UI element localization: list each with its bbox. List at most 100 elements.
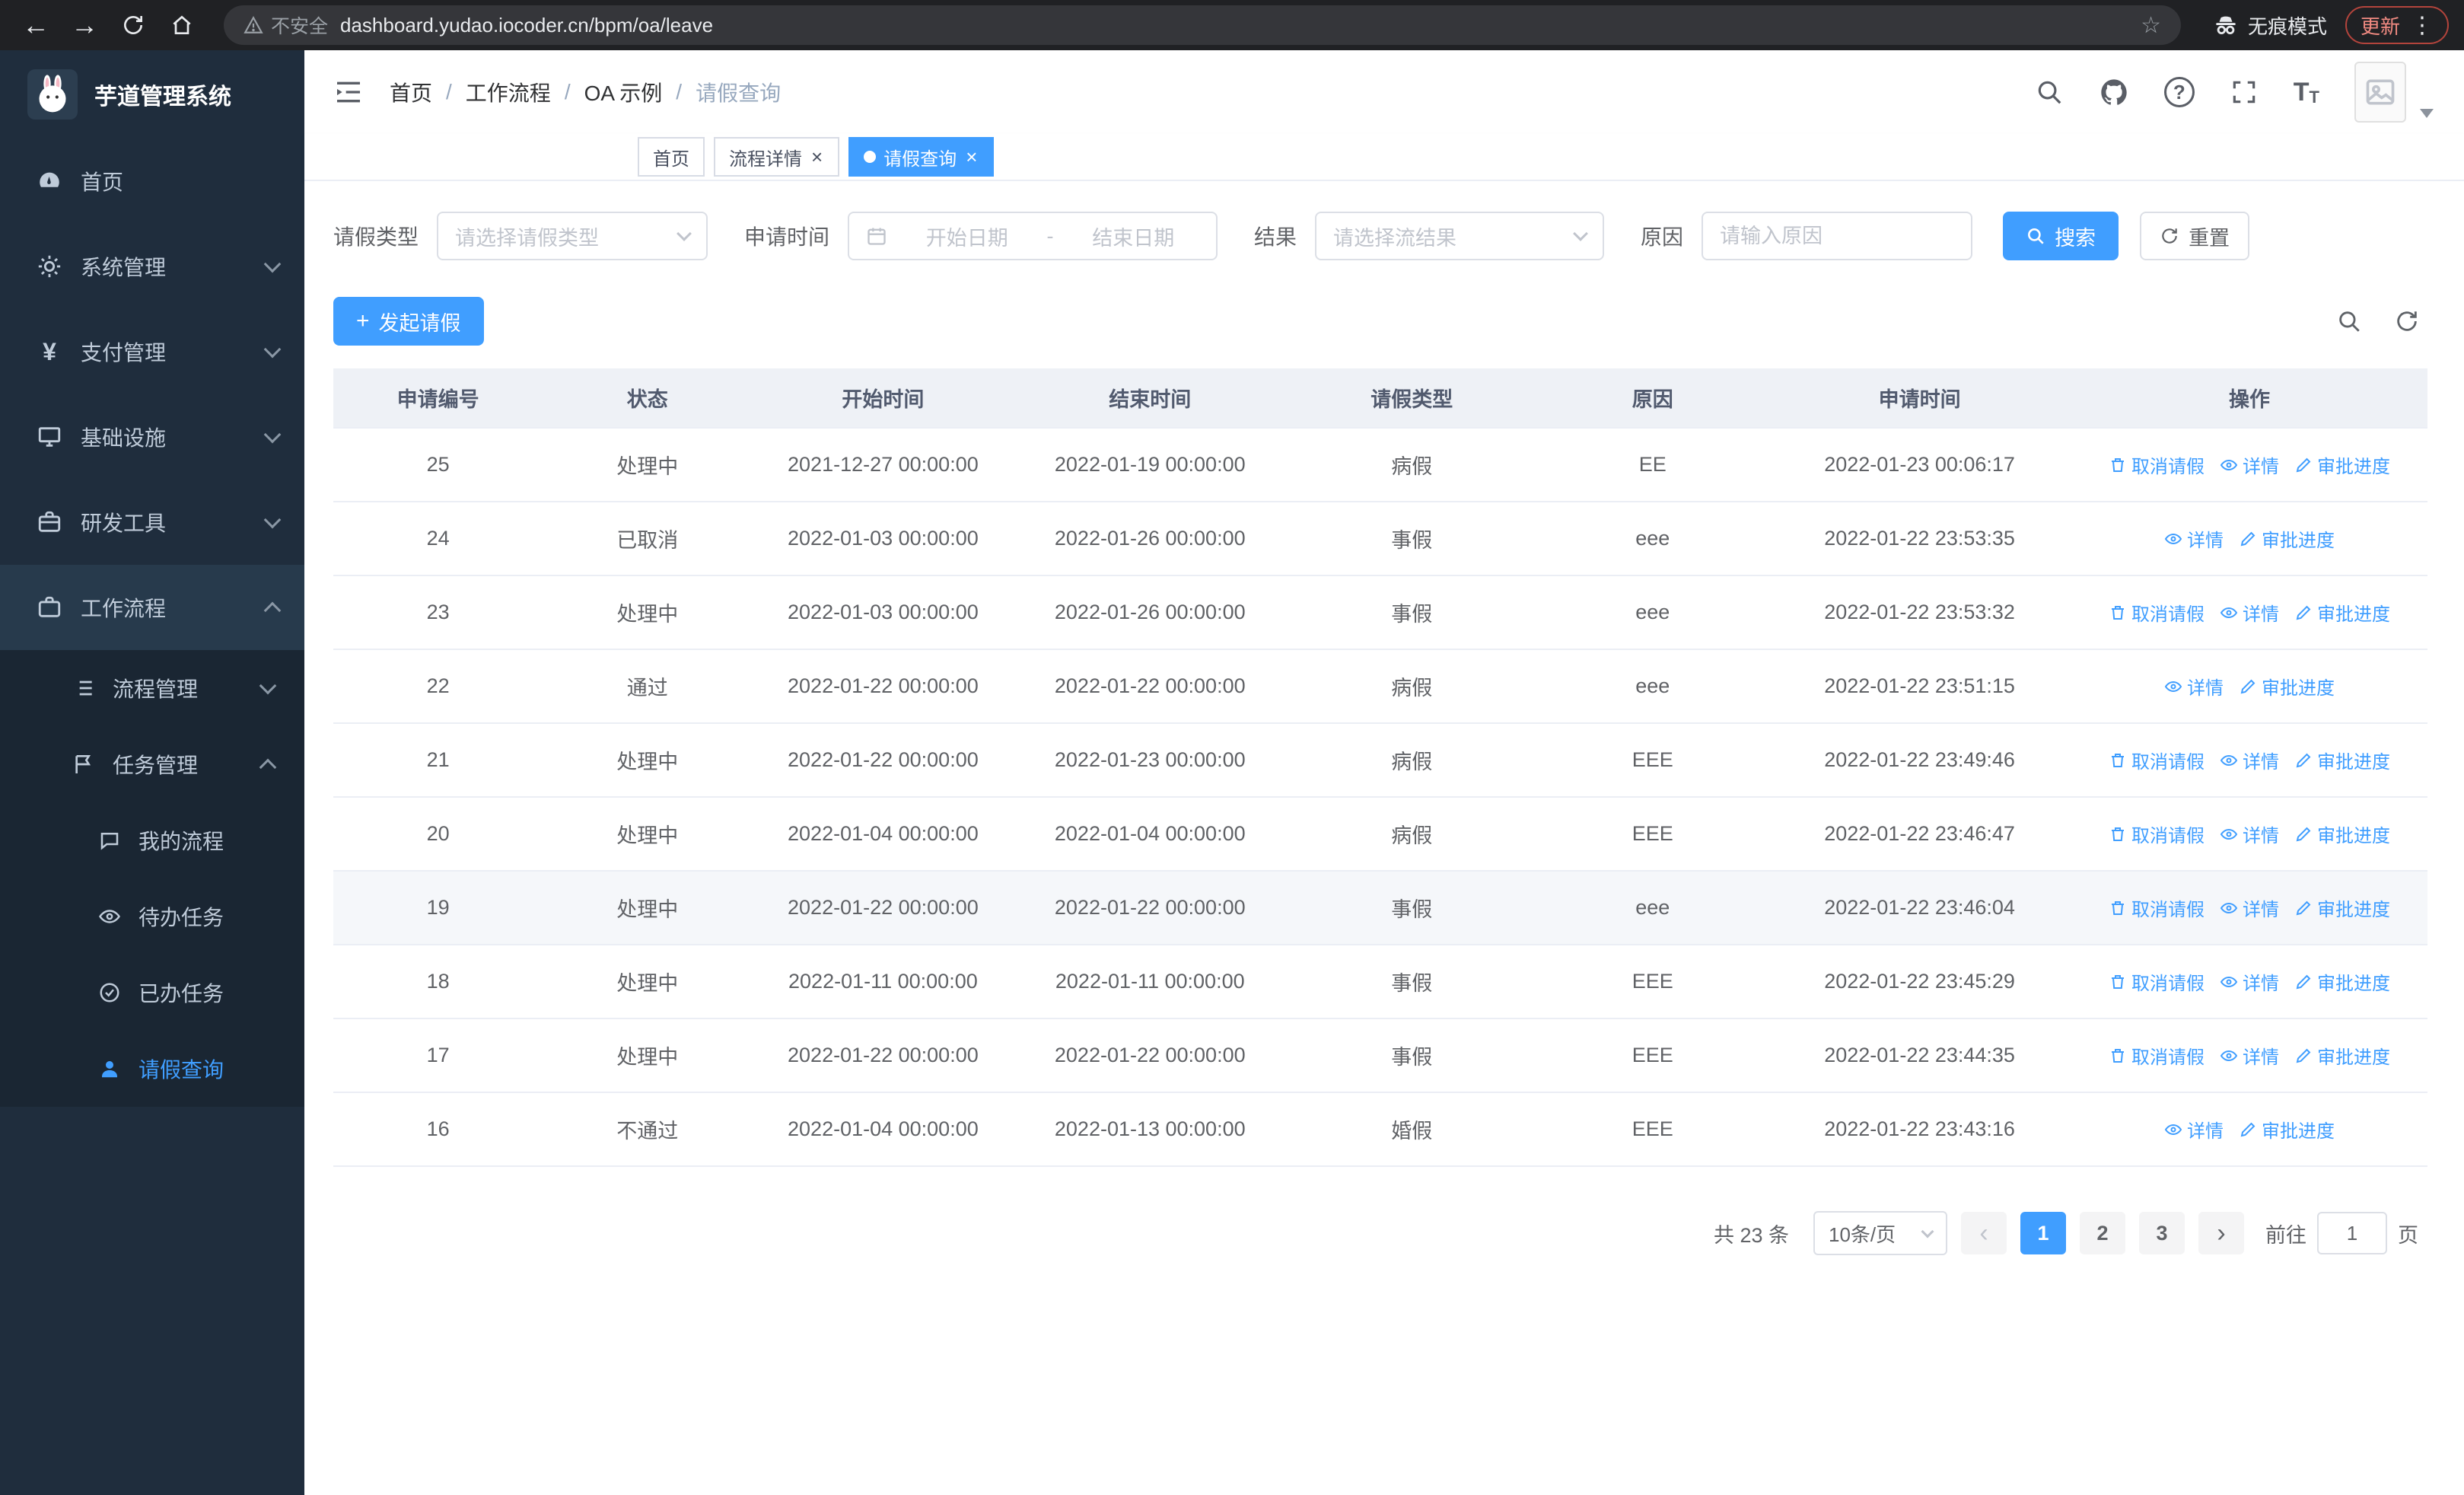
- breadcrumb-home[interactable]: 首页: [390, 77, 432, 107]
- cell-status: 处理中: [543, 797, 753, 872]
- avatar-caret-icon[interactable]: [2420, 109, 2434, 118]
- app-title: 芋道管理系统: [94, 84, 231, 110]
- detail-link[interactable]: 详情: [2164, 673, 2224, 700]
- detail-link[interactable]: 详情: [2220, 1042, 2279, 1069]
- browser-reload-button[interactable]: [113, 5, 154, 46]
- approval-progress-link[interactable]: 审批进度: [2239, 525, 2335, 552]
- sidebar-item-home[interactable]: 首页: [0, 139, 304, 224]
- app-logo[interactable]: 芋道管理系统: [0, 50, 304, 139]
- browser-back-button[interactable]: ←: [15, 5, 56, 46]
- next-page-button[interactable]: ›: [2198, 1212, 2244, 1254]
- sidebar-item-workflow[interactable]: 工作流程: [0, 565, 304, 650]
- close-icon[interactable]: ×: [964, 147, 979, 167]
- sidebar-item-dev-tools[interactable]: 研发工具: [0, 480, 304, 565]
- close-icon[interactable]: ×: [810, 147, 824, 167]
- tab-home[interactable]: 首页: [638, 137, 705, 177]
- cell-end-time: 2022-01-23 00:00:00: [1014, 723, 1287, 798]
- help-button[interactable]: ?: [2163, 77, 2195, 107]
- approval-progress-link[interactable]: 审批进度: [2294, 451, 2390, 478]
- cell-apply-time: 2022-01-22 23:46:47: [1768, 797, 2072, 872]
- chevron-down-icon: [263, 340, 282, 359]
- sidebar-item-done-tasks[interactable]: 已办任务: [0, 955, 304, 1031]
- cancel-leave-link[interactable]: 取消请假: [2109, 747, 2205, 773]
- cell-start-time: 2022-01-22 00:00:00: [752, 1018, 1014, 1093]
- search-button[interactable]: 搜索: [2003, 212, 2119, 260]
- prev-page-button[interactable]: ‹: [1961, 1212, 2007, 1254]
- cell-apply-time: 2022-01-22 23:44:35: [1768, 1018, 2072, 1093]
- approval-progress-link[interactable]: 审批进度: [2294, 599, 2390, 626]
- cancel-leave-link[interactable]: 取消请假: [2109, 1042, 2205, 1069]
- browser-home-button[interactable]: [161, 5, 202, 46]
- sidebar-item-todo-tasks[interactable]: 待办任务: [0, 878, 304, 955]
- github-icon[interactable]: [2099, 77, 2129, 107]
- detail-link[interactable]: 详情: [2220, 821, 2279, 847]
- create-leave-button[interactable]: + 发起请假: [333, 297, 484, 346]
- page-size-select[interactable]: 10条/页: [1813, 1211, 1947, 1255]
- font-size-button[interactable]: TT: [2294, 78, 2319, 107]
- detail-link[interactable]: 详情: [2220, 451, 2279, 478]
- fullscreen-button[interactable]: [2230, 78, 2259, 107]
- reason-input[interactable]: [1702, 212, 1973, 260]
- detail-link[interactable]: 详情: [2164, 525, 2224, 552]
- page-button-3[interactable]: 3: [2139, 1212, 2185, 1254]
- breadcrumb-workflow[interactable]: 工作流程: [466, 77, 551, 107]
- cancel-leave-link[interactable]: 取消请假: [2109, 894, 2205, 921]
- tab-process-detail[interactable]: 流程详情 ×: [714, 137, 840, 177]
- address-bar[interactable]: 不安全 dashboard.yudao.iocoder.cn/bpm/oa/le…: [224, 5, 2181, 45]
- eye-icon: [2220, 825, 2238, 843]
- approval-progress-link[interactable]: 审批进度: [2294, 821, 2390, 847]
- approval-progress-link[interactable]: 审批进度: [2294, 747, 2390, 773]
- cancel-leave-link[interactable]: 取消请假: [2109, 599, 2205, 626]
- approval-progress-link[interactable]: 审批进度: [2294, 894, 2390, 921]
- sidebar-item-system[interactable]: 系统管理: [0, 224, 304, 309]
- browser-forward-button[interactable]: →: [64, 5, 105, 46]
- approval-progress-link[interactable]: 审批进度: [2239, 1116, 2335, 1143]
- approval-progress-link[interactable]: 审批进度: [2294, 1042, 2390, 1069]
- apply-time-range-picker[interactable]: 开始日期 - 结束日期: [848, 212, 1218, 260]
- cancel-leave-link[interactable]: 取消请假: [2109, 821, 2205, 847]
- sidebar-item-my-processes[interactable]: 我的流程: [0, 802, 304, 878]
- sidebar-collapse-button[interactable]: [327, 71, 370, 113]
- cell-apply-time: 2022-01-22 23:51:15: [1768, 649, 2072, 724]
- cancel-leave-link[interactable]: 取消请假: [2109, 451, 2205, 478]
- detail-label: 详情: [2187, 531, 2224, 551]
- cancel-leave-link[interactable]: 取消请假: [2109, 968, 2205, 995]
- total-count: 共 23 条: [1713, 1223, 1789, 1247]
- user-avatar[interactable]: [2354, 62, 2406, 123]
- browser-menu-icon[interactable]: ⋮: [2411, 12, 2434, 39]
- detail-link[interactable]: 详情: [2220, 968, 2279, 995]
- approval-progress-link[interactable]: 审批进度: [2239, 673, 2335, 700]
- site-security-warning[interactable]: 不安全: [244, 11, 328, 39]
- eye-icon: [2220, 456, 2238, 474]
- sidebar-item-task-management[interactable]: 任务管理: [0, 726, 304, 802]
- goto-page-input[interactable]: [2317, 1212, 2387, 1254]
- sidebar-item-infrastructure[interactable]: 基础设施: [0, 394, 304, 480]
- detail-link[interactable]: 详情: [2220, 599, 2279, 626]
- tab-leave-query[interactable]: 请假查询 ×: [848, 137, 995, 177]
- breadcrumb-oa-example[interactable]: OA 示例: [584, 77, 663, 107]
- sidebar-item-process-management[interactable]: 流程管理: [0, 650, 304, 726]
- toggle-search-button[interactable]: [2336, 308, 2362, 334]
- browser-update-button[interactable]: 更新 ⋮: [2345, 6, 2449, 44]
- header-search-button[interactable]: [2035, 78, 2064, 107]
- bookmark-star-icon[interactable]: ☆: [2141, 12, 2161, 39]
- detail-link[interactable]: 详情: [2220, 894, 2279, 921]
- result-select[interactable]: 请选择流结果: [1315, 212, 1605, 260]
- reset-button[interactable]: 重置: [2140, 212, 2250, 260]
- page-button-1[interactable]: 1: [2020, 1212, 2066, 1254]
- page-button-2[interactable]: 2: [2080, 1212, 2125, 1254]
- cell-leave-type: 婚假: [1286, 1092, 1538, 1167]
- leave-type-select[interactable]: 请选择请假类型: [437, 212, 708, 260]
- cell-apply-id: 25: [333, 428, 543, 502]
- question-icon: ?: [2163, 77, 2195, 107]
- sidebar-item-leave-query[interactable]: 请假查询: [0, 1031, 304, 1107]
- detail-link[interactable]: 详情: [2220, 747, 2279, 773]
- page-number: 3: [2156, 1221, 2168, 1245]
- sidebar-item-payment[interactable]: ¥ 支付管理: [0, 309, 304, 394]
- refresh-table-button[interactable]: [2394, 308, 2420, 334]
- cell-status: 处理中: [543, 945, 753, 1019]
- detail-link[interactable]: 详情: [2164, 1116, 2224, 1143]
- eye-icon: [2220, 1047, 2238, 1065]
- approval-progress-link[interactable]: 审批进度: [2294, 968, 2390, 995]
- pen-icon: [2294, 973, 2313, 991]
